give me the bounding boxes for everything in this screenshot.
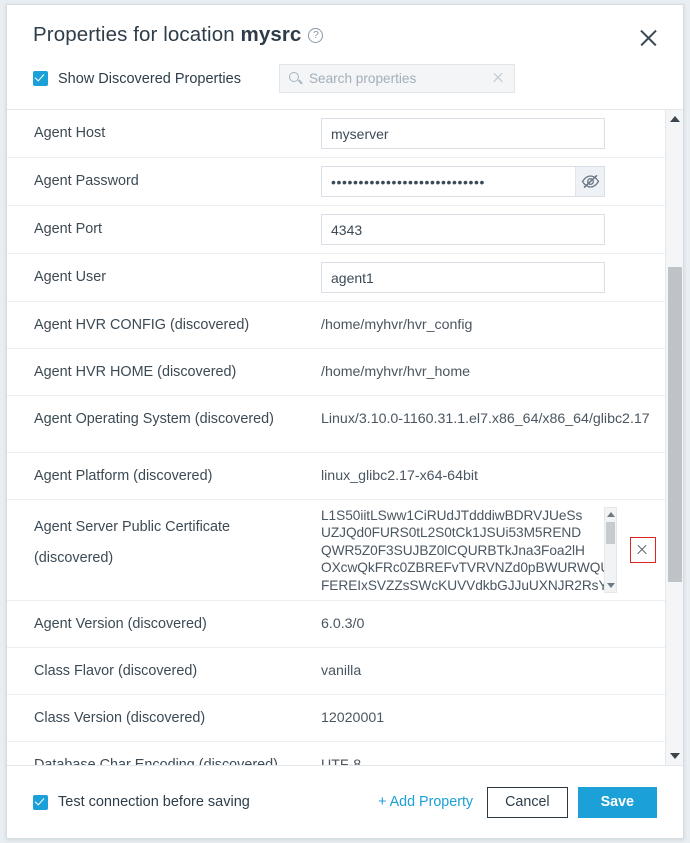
delete-x-icon[interactable]	[630, 537, 656, 563]
property-value: UTF-8	[321, 742, 665, 765]
property-value: 12020001	[321, 695, 665, 728]
table-row: Database Char Encoding (discovered) UTF-…	[7, 742, 665, 765]
table-row: Agent HVR CONFIG (discovered) /home/myhv…	[7, 302, 665, 349]
table-row: Agent User	[7, 254, 665, 302]
save-button[interactable]: Save	[578, 787, 657, 818]
property-label: Agent User	[34, 254, 321, 286]
property-label: Agent HVR CONFIG (discovered)	[34, 302, 321, 334]
certificate-scrollbar[interactable]	[604, 507, 617, 593]
property-label: Agent Host	[34, 110, 321, 142]
eye-off-icon[interactable]	[575, 167, 604, 196]
agent-port-input[interactable]	[321, 214, 605, 245]
properties-dialog: Properties for location mysrc ? Show Dis…	[6, 4, 684, 839]
question-circle-icon[interactable]: ?	[308, 28, 323, 43]
certificate-scroll-thumb[interactable]	[606, 522, 615, 544]
agent-host-input[interactable]	[321, 118, 605, 149]
footer-actions: + Add Property Cancel Save	[378, 787, 657, 818]
certificate-cell: L1S50iitLSww1CiRUdJTdddiwBDRVJUeSs UZJQd…	[321, 500, 665, 600]
table-row: Agent Platform (discovered) linux_glibc2…	[7, 453, 665, 500]
property-label: Agent Port	[34, 206, 321, 238]
test-connection-checkbox[interactable]	[33, 795, 48, 810]
close-icon[interactable]	[635, 25, 661, 51]
page-title-prefix: Properties for location	[33, 23, 241, 46]
show-discovered-label: Show Discovered Properties	[58, 71, 241, 87]
property-value: /home/myhvr/hvr_config	[321, 302, 665, 335]
cancel-button[interactable]: Cancel	[487, 787, 568, 818]
scroll-down-arrow-icon[interactable]	[670, 753, 680, 759]
properties-list: Agent Host Agent Password	[7, 110, 665, 765]
footer-left: Test connection before saving	[33, 794, 250, 810]
table-row: Agent Server Public Certificate (discover…	[7, 500, 665, 601]
test-connection-label: Test connection before saving	[58, 794, 250, 810]
properties-scrollbar[interactable]	[665, 110, 683, 765]
property-value-cell	[321, 110, 665, 157]
properties-list-container: Agent Host Agent Password	[7, 109, 683, 765]
table-row: Agent Version (discovered) 6.0.3/0	[7, 601, 665, 648]
dialog-footer: Test connection before saving + Add Prop…	[7, 765, 683, 838]
property-value: 6.0.3/0	[321, 601, 665, 634]
scroll-up-arrow-icon[interactable]	[670, 116, 680, 122]
property-label: Class Flavor (discovered)	[34, 648, 321, 680]
search-icon	[289, 72, 299, 82]
property-label: Agent Password	[34, 158, 321, 190]
agent-password-input[interactable]	[321, 166, 605, 197]
property-value: linux_glibc2.17-x64-64bit	[321, 453, 665, 486]
table-row: Class Flavor (discovered) vanilla	[7, 648, 665, 695]
password-wrapper	[321, 166, 605, 197]
property-label-line1: Agent Server Public Certificate	[34, 519, 230, 535]
search-input[interactable]	[307, 65, 487, 92]
scrollbar-thumb[interactable]	[668, 267, 682, 582]
property-value: vanilla	[321, 648, 665, 681]
property-value-cell	[321, 254, 665, 301]
table-row: Agent Operating System (discovered) Linu…	[7, 396, 665, 453]
page-title: Properties for location mysrc	[33, 23, 301, 47]
property-label: Agent Operating System (discovered)	[34, 396, 321, 428]
add-property-button[interactable]: + Add Property	[378, 794, 473, 810]
property-label: Agent Server Public Certificate (discover…	[34, 500, 321, 574]
table-row: Agent Password	[7, 158, 665, 206]
property-label: Database Char Encoding (discovered)	[34, 742, 321, 765]
clear-icon[interactable]	[490, 70, 506, 86]
show-discovered-checkbox[interactable]	[33, 71, 48, 86]
dialog-toolbar: Show Discovered Properties	[7, 47, 683, 109]
agent-user-input[interactable]	[321, 262, 605, 293]
certificate-text: L1S50iitLSww1CiRUdJTdddiwBDRVJUeSs UZJQd…	[321, 507, 617, 593]
property-label: Agent Platform (discovered)	[34, 453, 321, 485]
scroll-up-arrow-icon[interactable]	[607, 512, 615, 517]
table-row: Agent HVR HOME (discovered) /home/myhvr/…	[7, 349, 665, 396]
table-row: Agent Host	[7, 110, 665, 158]
table-row: Class Version (discovered) 12020001	[7, 695, 665, 742]
table-row: Agent Port	[7, 206, 665, 254]
property-label: Agent Version (discovered)	[34, 601, 321, 633]
property-label: Class Version (discovered)	[34, 695, 321, 727]
page-title-location: mysrc	[241, 23, 302, 46]
property-label: Agent HVR HOME (discovered)	[34, 349, 321, 381]
property-label-line2: (discovered)	[34, 550, 113, 566]
search-properties-box	[279, 64, 515, 93]
certificate-textarea[interactable]: L1S50iitLSww1CiRUdJTdddiwBDRVJUeSs UZJQd…	[321, 507, 617, 593]
property-value-cell	[321, 158, 665, 205]
scroll-down-arrow-icon[interactable]	[607, 583, 615, 588]
property-value: /home/myhvr/hvr_home	[321, 349, 665, 382]
title-row: Properties for location mysrc ?	[33, 23, 657, 47]
property-value-cell	[321, 206, 665, 253]
dialog-header: Properties for location mysrc ?	[7, 5, 683, 47]
property-value: Linux/3.10.0-1160.31.1.el7.x86_64/x86_64…	[321, 396, 665, 429]
